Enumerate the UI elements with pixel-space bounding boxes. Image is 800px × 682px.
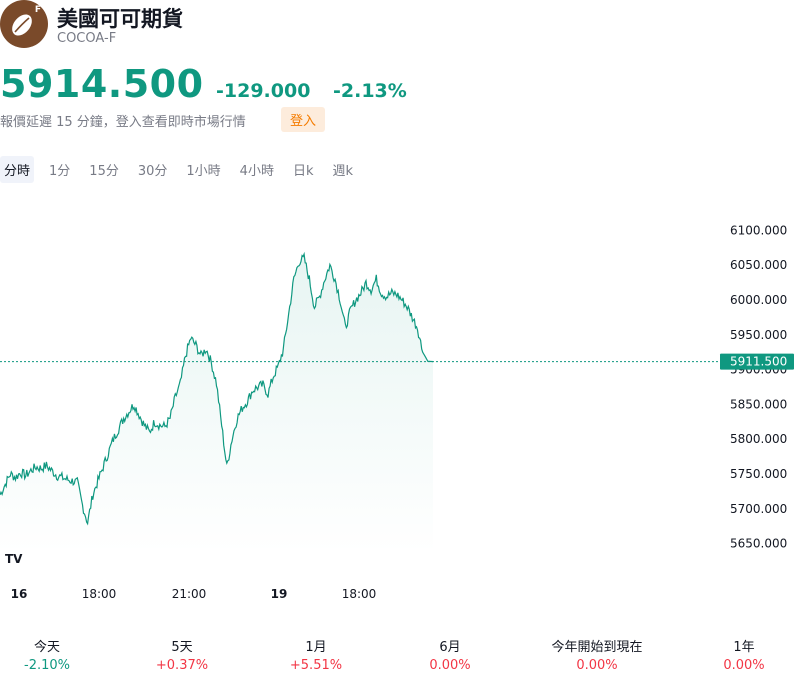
- ticker-symbol: COCOA-F: [57, 31, 117, 46]
- tab-15min[interactable]: 15分: [85, 156, 123, 183]
- price-change-percent: -2.13%: [333, 80, 407, 102]
- y-axis: 6100.0006050.0006000.0005950.0005900.000…: [730, 223, 787, 550]
- performance-value: 0.00%: [429, 658, 471, 673]
- last-price: 5914.500: [0, 62, 204, 106]
- timeframe-tabs: 分時 1分 15分 30分 1小時 4小時 日k 週k: [0, 155, 368, 183]
- y-tick-label: 5850.000: [730, 397, 787, 411]
- x-axis: 16 18:00 21:00 19 18:00: [11, 587, 377, 601]
- page-title: 美國可可期貨: [57, 7, 183, 31]
- tradingview-logo: TV: [5, 552, 23, 566]
- delay-note: 報價延遲 15 分鐘，登入查看即時市場行情: [0, 115, 246, 130]
- x-tick-label: 18:00: [342, 587, 377, 601]
- tab-weekly[interactable]: 週k: [328, 156, 357, 183]
- performance-value: +5.51%: [289, 658, 343, 673]
- tab-1hour[interactable]: 1小時: [182, 156, 224, 183]
- performance-period: 1月: [305, 640, 327, 655]
- x-tick-label: 16: [11, 587, 28, 601]
- tab-4hour[interactable]: 4小時: [236, 156, 278, 183]
- price-change: -129.000: [216, 80, 311, 102]
- performance-period: 1年: [733, 640, 755, 655]
- tab-30min[interactable]: 30分: [134, 156, 172, 183]
- y-tick-label: 6050.000: [730, 258, 787, 272]
- performance-period: 5天: [171, 640, 193, 655]
- symbol-logo: F: [0, 0, 48, 48]
- performance-item[interactable]: 6月 0.00%: [429, 636, 470, 673]
- y-tick-label: 5700.000: [730, 502, 787, 516]
- y-tick-label: 5750.000: [730, 467, 787, 481]
- performance-value: 0.00%: [576, 658, 618, 673]
- tab-1min[interactable]: 1分: [45, 156, 74, 183]
- tab-intraday[interactable]: 分時: [0, 155, 35, 183]
- performance-period: 今年開始到現在: [551, 640, 643, 655]
- performance-item[interactable]: 1年 0.00%: [723, 636, 764, 673]
- performance-period: 6月: [439, 640, 461, 655]
- y-tick-label: 5950.000: [730, 328, 787, 342]
- performance-item[interactable]: 今天 -2.10%: [24, 636, 70, 673]
- performance-period: 今天: [33, 640, 60, 655]
- x-tick-label: 21:00: [172, 587, 207, 601]
- performance-value: -2.10%: [24, 658, 70, 673]
- performance-item[interactable]: 1月 +5.51%: [290, 636, 342, 673]
- price-chart[interactable]: 6100.0006050.0006000.0005950.0005900.000…: [0, 200, 800, 610]
- price-area: [0, 254, 433, 554]
- performance-item[interactable]: 今年開始到現在 0.00%: [551, 636, 642, 673]
- y-tick-label: 6100.000: [730, 223, 787, 237]
- login-button[interactable]: 登入: [281, 107, 325, 132]
- current-price-label: 5911.500: [730, 355, 787, 369]
- y-tick-label: 5650.000: [730, 537, 787, 551]
- logo-badge: F: [34, 5, 41, 15]
- current-price-tag: 5911.500: [720, 353, 794, 370]
- y-tick-label: 6000.000: [730, 293, 787, 307]
- x-tick-label: 18:00: [82, 587, 117, 601]
- tab-daily[interactable]: 日k: [289, 156, 318, 183]
- performance-value: +0.37%: [155, 658, 209, 673]
- x-tick-label: 19: [271, 587, 288, 601]
- performance-item[interactable]: 5天 +0.37%: [156, 636, 208, 673]
- y-tick-label: 5800.000: [730, 432, 787, 446]
- performance-value: 0.00%: [723, 658, 765, 673]
